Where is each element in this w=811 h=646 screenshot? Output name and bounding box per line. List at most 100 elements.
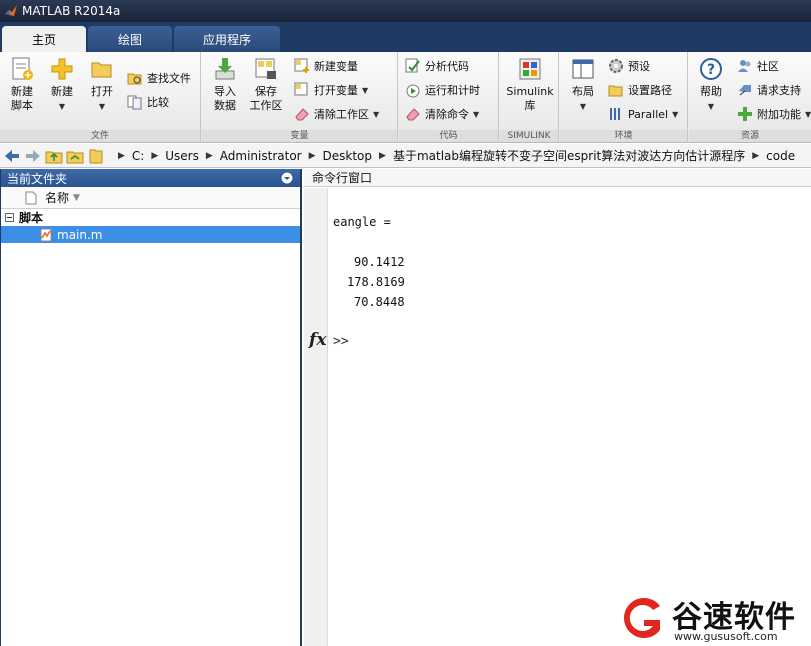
fx-function-browser-icon[interactable]: fx	[309, 330, 326, 350]
command-window-header: 命令行窗口	[304, 169, 811, 187]
tab-home[interactable]: 主页	[2, 26, 86, 52]
ribbon-group-resources: ? 帮助 ▼ 社区 请求支持 附加功能 ▼ 资源	[689, 52, 811, 143]
tab-apps[interactable]: 应用程序	[174, 26, 280, 52]
compare-icon	[127, 95, 142, 110]
support-icon	[739, 85, 751, 96]
help-icon: ?	[700, 58, 722, 80]
forward-arrow-icon[interactable]	[24, 147, 42, 165]
simulink-library-button[interactable]: Simulink 库	[503, 56, 557, 113]
command-window: 命令行窗口 eangle = 90.1412 178.8169 70.8448 …	[304, 169, 811, 646]
group-label-code: 代码	[399, 130, 498, 142]
ribbon-group-variable: 导入 数据 保存 工作区 新建变量 打开变量 ▼ 清除工作区 ▼ 变量	[202, 52, 398, 143]
new-variable-button[interactable]: 新建变量	[294, 56, 358, 76]
clear-workspace-button[interactable]: 清除工作区 ▼	[294, 104, 379, 124]
open-variable-button[interactable]: 打开变量 ▼	[294, 80, 368, 100]
layout-icon	[572, 59, 594, 79]
collapse-icon[interactable]	[5, 213, 14, 222]
breadcrumb-item[interactable]: 基于matlab编程旋转不变子空间esprit算法对波达方向估计源程序	[393, 147, 745, 164]
plus-icon	[51, 58, 73, 80]
new-variable-icon	[294, 58, 309, 73]
breadcrumb-item[interactable]: C:	[132, 149, 144, 163]
request-support-button[interactable]: 请求支持	[737, 80, 801, 100]
layout-button[interactable]: 布局 ▼	[564, 56, 602, 114]
file-icon	[25, 191, 37, 204]
save-workspace-icon	[255, 58, 276, 79]
command-output[interactable]: eangle = 90.1412 178.8169 70.8448	[333, 188, 811, 646]
file-name: main.m	[57, 227, 103, 242]
command-window-title: 命令行窗口	[312, 171, 373, 185]
add-ons-icon	[738, 107, 752, 121]
analyze-code-icon	[405, 58, 420, 73]
breadcrumb-separator: ▶	[379, 150, 386, 161]
new-script-button[interactable]: 新建 脚本	[4, 56, 40, 113]
eraser-icon	[406, 108, 420, 121]
breadcrumb-item[interactable]: code	[766, 149, 795, 163]
ribbon-tab-strip: 主页 绘图 应用程序	[0, 22, 811, 52]
chevron-down-icon: ▼	[98, 102, 106, 111]
new-button[interactable]: 新建 ▼	[44, 56, 80, 114]
breadcrumb-item[interactable]: Administrator	[220, 149, 302, 163]
column-name-label: 名称	[45, 191, 70, 205]
chevron-down-icon: ▼	[805, 109, 811, 119]
folder-icon	[89, 149, 103, 163]
run-and-time-button[interactable]: 运行和计时	[405, 80, 480, 100]
add-ons-button[interactable]: 附加功能 ▼	[737, 104, 811, 124]
chevron-down-icon: ▼	[362, 85, 369, 95]
find-files-icon	[127, 73, 142, 85]
breadcrumb-item[interactable]: Users	[165, 149, 199, 163]
new-script-icon	[12, 57, 33, 80]
output-variable-line: eangle =	[333, 215, 391, 229]
output-value: 90.1412	[354, 255, 405, 269]
import-arrow-icon	[215, 58, 235, 80]
breadcrumb-separator: ▶	[151, 150, 159, 161]
find-files-button[interactable]: 查找文件	[127, 68, 191, 88]
help-button[interactable]: ? 帮助 ▼	[693, 56, 729, 114]
group-label-environment: 环境	[560, 130, 687, 142]
output-value: 70.8448	[354, 295, 405, 309]
panel-menu-icon[interactable]	[280, 171, 294, 185]
breadcrumb-separator: ▶	[205, 150, 213, 161]
browse-folder-icon[interactable]	[66, 147, 84, 165]
address-bar: ▶ C: ▶ Users ▶ Administrator ▶ Desktop ▶…	[0, 144, 811, 168]
file-group-scripts[interactable]: 脚本	[1, 209, 300, 226]
current-folder-title: 当前文件夹	[7, 171, 68, 186]
import-data-button[interactable]: 导入 数据	[206, 56, 244, 113]
breadcrumb-separator: ▶	[752, 150, 760, 161]
chevron-down-icon: ▼	[579, 102, 587, 111]
community-button[interactable]: 社区	[737, 56, 779, 76]
file-item-main-m[interactable]: main.m	[1, 226, 300, 243]
title-bar: MATLAB R2014a	[0, 0, 811, 22]
chevron-down-icon: ▼	[58, 102, 66, 111]
chevron-down-icon: ▼	[672, 109, 679, 119]
back-arrow-icon[interactable]	[3, 147, 21, 165]
group-label-resources: 资源	[689, 130, 811, 142]
save-workspace-button[interactable]: 保存 工作区	[246, 56, 286, 113]
group-label-file: 文件	[0, 130, 200, 142]
compare-button[interactable]: 比较	[127, 92, 169, 112]
breadcrumb: ▶ C: ▶ Users ▶ Administrator ▶ Desktop ▶…	[111, 147, 795, 164]
run-and-time-icon	[406, 84, 420, 98]
tab-plots[interactable]: 绘图	[88, 26, 172, 52]
command-prompt[interactable]: >>	[333, 334, 349, 349]
set-path-button[interactable]: 设置路径	[608, 80, 672, 100]
chevron-down-icon: ▼	[473, 109, 480, 119]
analyze-code-button[interactable]: 分析代码	[405, 56, 469, 76]
ribbon-group-simulink: Simulink 库 SIMULINK	[500, 52, 559, 143]
parallel-button[interactable]: Parallel ▼	[608, 104, 678, 124]
group-label-variable: 变量	[202, 130, 397, 142]
m-file-icon	[40, 228, 52, 241]
chevron-down-icon: ▼	[373, 109, 380, 119]
column-header-name[interactable]: 名称 ▼	[1, 187, 300, 209]
simulink-library-icon	[519, 58, 541, 80]
up-folder-icon[interactable]	[45, 147, 63, 165]
clear-commands-button[interactable]: 清除命令 ▼	[405, 104, 479, 124]
output-value: 178.8169	[347, 275, 405, 289]
open-button[interactable]: 打开 ▼	[84, 56, 120, 114]
group-label-simulink: SIMULINK	[500, 130, 558, 142]
folder-path-icon	[608, 85, 623, 97]
breadcrumb-item[interactable]: Desktop	[323, 149, 373, 163]
ribbon-group-file: 新建 脚本 新建 ▼ 打开 ▼ 查找文件 比较 文件	[0, 52, 201, 143]
chevron-down-icon: ▼	[707, 102, 715, 111]
preferences-button[interactable]: 预设	[608, 56, 650, 76]
window-title: MATLAB R2014a	[22, 4, 121, 18]
